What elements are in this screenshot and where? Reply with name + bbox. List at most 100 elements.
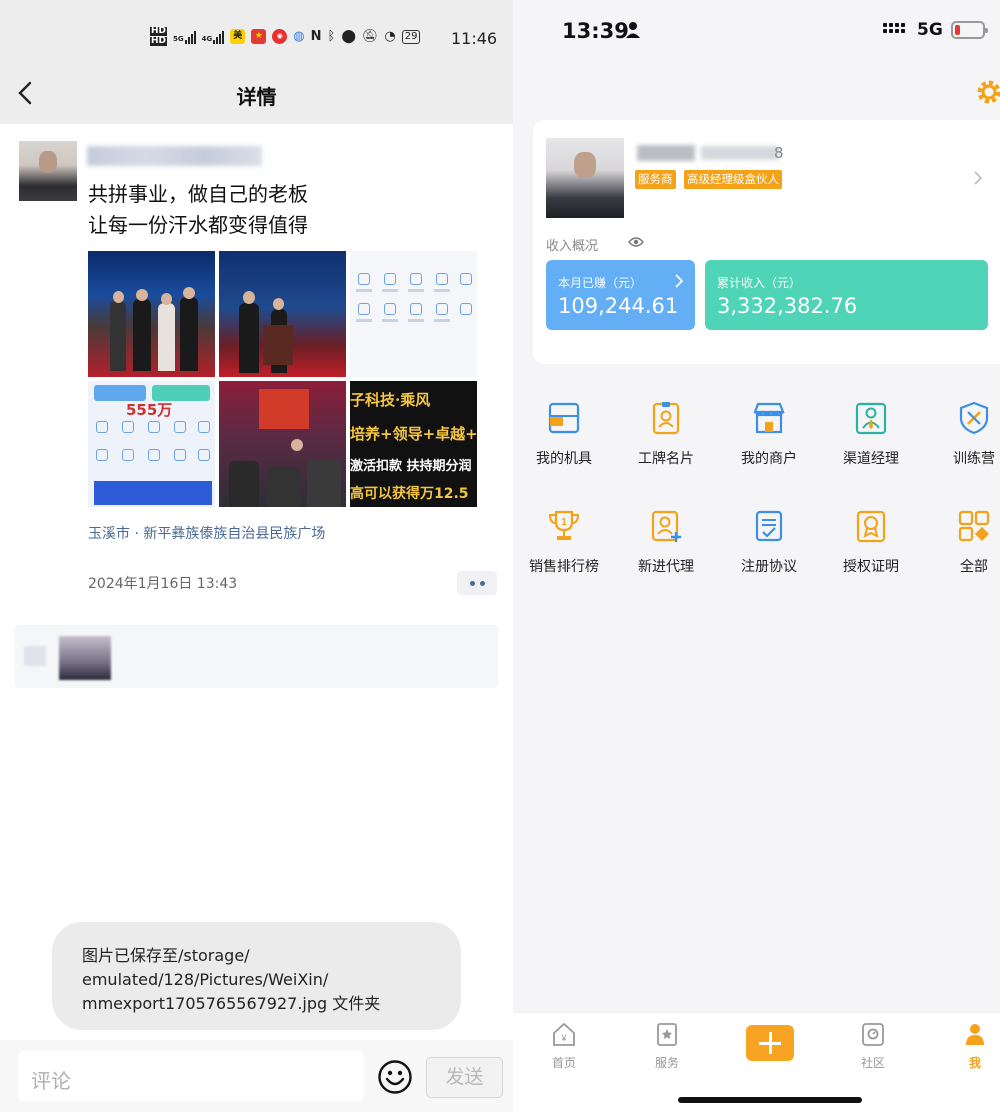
hd-indicator: HD HD [150, 26, 168, 46]
menu-training-camp[interactable]: 训练营 [924, 400, 1000, 468]
post-image-3[interactable] [350, 251, 477, 377]
agreement-icon [755, 510, 783, 542]
device-icon [548, 402, 580, 434]
menu-label: 工牌名片 [638, 451, 694, 467]
avatar[interactable] [19, 141, 77, 201]
role-tag: 服务商 [635, 170, 676, 189]
svg-text:¥: ¥ [560, 1033, 567, 1043]
post-text-line: 让每一份汗水都变得值得 [88, 213, 308, 237]
image-text-line: 激活扣款 扶持期分润 [350, 459, 472, 474]
service-icon [657, 1023, 677, 1046]
home-indicator[interactable] [678, 1097, 862, 1103]
post-image-1[interactable] [88, 251, 215, 377]
me-icon [966, 1024, 984, 1045]
user-name-blurred [637, 145, 695, 161]
status-icons: HD HD 5G 4G 美 ★ ◉ ◍ N ᛒ ⬤ 🔕︎ ◔ 29 [150, 26, 421, 46]
trophy-icon: 1 [548, 510, 580, 540]
app-notification-icon-2: ◉ [272, 29, 288, 44]
store-icon [753, 402, 785, 434]
emoji-icon[interactable] [377, 1059, 413, 1095]
battery-icon: 29 [401, 29, 421, 44]
menu-label: 渠道经理 [843, 451, 899, 467]
speed-icon: ◔ [384, 29, 396, 44]
like-heart-icon [24, 646, 46, 666]
income-overview-label: 收入概况 [546, 239, 599, 254]
post-image-5[interactable] [219, 381, 346, 507]
menu-label: 训练营 [953, 451, 995, 467]
phone-blurred [701, 146, 779, 160]
save-toast: 图片已保存至/storage/ emulated/128/Pictures/We… [52, 922, 461, 1030]
manager-icon [855, 402, 887, 435]
svg-text:1: 1 [561, 517, 567, 528]
likes-section [15, 625, 498, 688]
add-button[interactable] [746, 1025, 794, 1061]
gear-icon[interactable] [975, 78, 1000, 106]
status-bar-area: HD HD 5G 4G 美 ★ ◉ ◍ N ᛒ ⬤ 🔕︎ ◔ 29 11:46 … [0, 0, 513, 124]
tab-label: 社区 [860, 1056, 885, 1070]
menu-my-devices[interactable]: 我的机具 [514, 400, 614, 468]
comment-bar: 评论 发送 [0, 1040, 513, 1112]
toast-line: emulated/128/Pictures/WeiXin/ [82, 970, 329, 989]
image-income-number: 555万 [126, 401, 173, 419]
post-image-6[interactable]: 子科技·乘风 培养+领导+卓越+ 激活扣款 扶持期分润 高可以获得万12.5 [350, 381, 477, 507]
comment-input[interactable]: 评论 [18, 1051, 364, 1101]
image-text-line: 高可以获得万12.5 [350, 486, 469, 502]
menu-new-agent[interactable]: 新进代理 [616, 508, 716, 576]
post-image-2[interactable] [219, 251, 346, 377]
post-image-4[interactable]: 555万 [88, 381, 215, 507]
bluetooth-icon: ᛒ [327, 29, 336, 44]
liker-avatar[interactable] [59, 636, 111, 680]
battery-icon [951, 21, 988, 39]
level-tag: 高级经理级盒伙人 [684, 170, 782, 189]
tab-home[interactable]: ¥ 首页 [534, 1021, 594, 1071]
menu-label: 我的机具 [536, 451, 592, 467]
menu-label: 全部 [960, 559, 988, 575]
more-actions-button[interactable] [457, 571, 497, 595]
menu-label: 我的商户 [741, 451, 797, 467]
eye-icon[interactable] [628, 236, 644, 248]
avatar[interactable] [546, 138, 624, 218]
add-agent-icon [651, 510, 681, 542]
menu-registration-agreement[interactable]: 注册协议 [719, 508, 819, 576]
all-grid-icon [958, 510, 990, 542]
tab-service[interactable]: 服务 [637, 1021, 697, 1071]
menu-my-merchants[interactable]: 我的商户 [719, 400, 819, 468]
menu-badge-card[interactable]: 工牌名片 [616, 400, 716, 468]
menu-authorization-certificate[interactable]: 授权证明 [821, 508, 921, 576]
tab-label: 我 [968, 1056, 981, 1070]
profile-card[interactable]: 8 服务商 高级经理级盒伙人 收入概况 本月已赚（元） 109,244.61 累… [533, 120, 1000, 364]
signal-4g-icon: 4G [202, 30, 225, 44]
menu-label: 新进代理 [638, 559, 694, 575]
send-button[interactable]: 发送 [426, 1057, 503, 1098]
tab-label: 首页 [551, 1056, 576, 1070]
total-income-box[interactable]: 累计收入（元） 3,332,382.76 [705, 260, 988, 330]
monthly-earnings-label: 本月已赚（元） [558, 276, 643, 290]
status-time: 13:39 [562, 19, 629, 43]
chevron-right-icon[interactable] [973, 171, 983, 185]
meituan-app-icon: 美 [230, 29, 246, 44]
badge-card-icon [652, 402, 680, 435]
phone-suffix: 8 [774, 144, 784, 162]
menu-channel-manager[interactable]: 渠道经理 [821, 400, 921, 468]
menu-sales-ranking[interactable]: 1 销售排行榜 [514, 508, 614, 576]
tab-me[interactable]: 我 [945, 1021, 1000, 1071]
image-text-line: 子科技·乘风 [350, 391, 431, 409]
monthly-earnings-box[interactable]: 本月已赚（元） 109,244.61 [546, 260, 695, 330]
author-name-blurred[interactable] [87, 146, 262, 166]
menu-all[interactable]: 全部 [924, 508, 1000, 576]
monthly-earnings-value: 109,244.61 [558, 294, 679, 318]
tab-label: 服务 [654, 1056, 679, 1070]
location-share-icon: ◍ [293, 29, 305, 44]
post-location[interactable]: 玉溪市 · 新平彝族傣族自治县民族广场 [88, 523, 325, 543]
signal-5g-icon: 5G [173, 30, 196, 44]
app-profile-panel: 13:39 5G 8 服务商 高级经理级盒伙人 收入概况 本月已赚（元） 109… [513, 0, 1000, 1112]
toast-line: 图片已保存至/storage/ [82, 946, 250, 965]
tab-community[interactable]: 社区 [843, 1021, 903, 1071]
cell-signal-icon [883, 23, 905, 33]
shield-icon [959, 401, 989, 435]
page-title: 详情 [236, 85, 277, 109]
status-time: 11:46 [451, 29, 498, 48]
chevron-right-icon [675, 274, 683, 288]
certificate-icon [856, 510, 886, 543]
post-date: 2024年1月16日 13:43 [88, 576, 238, 592]
